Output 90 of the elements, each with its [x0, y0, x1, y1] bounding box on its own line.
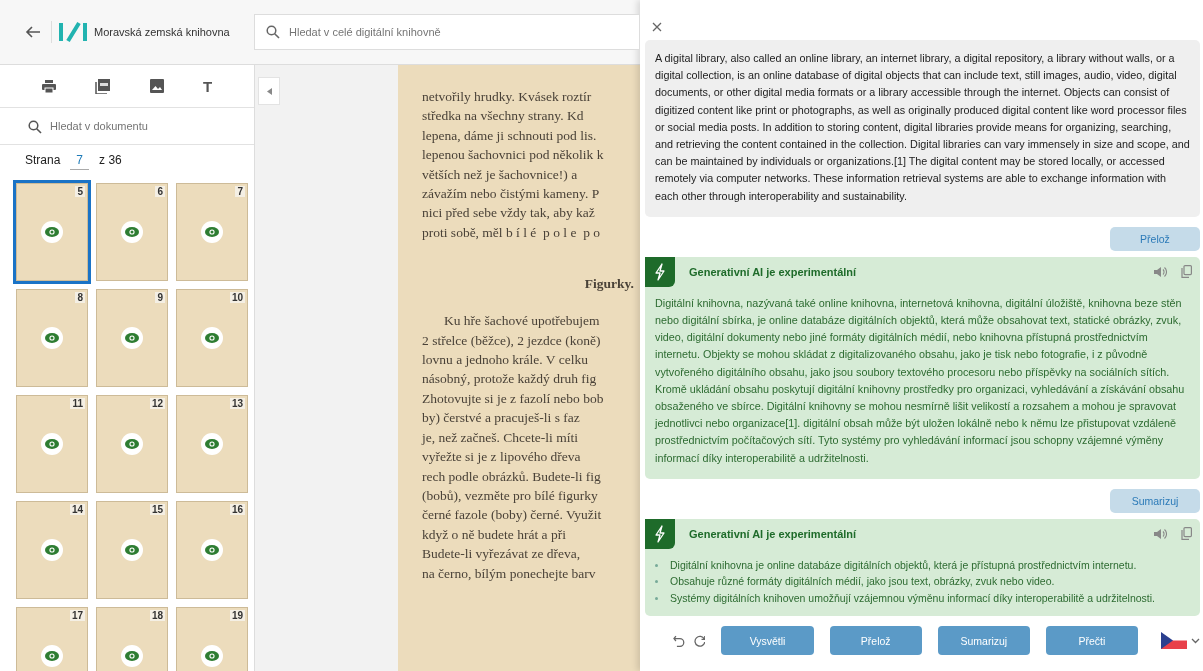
page-heading: Figurky. [583, 275, 635, 294]
bullet-icon [655, 563, 658, 567]
page-text-line: lepena, dáme ji schnouti pod lis. [422, 126, 598, 145]
eye-icon [121, 645, 143, 668]
page-text-line: vyřežte si je z lipového dřeva [422, 448, 582, 467]
eye-icon [121, 221, 143, 244]
page-text-line: by) čerstvé a pracuješ-li s faz [422, 409, 581, 428]
page-text-line: 2 střelce (běžce), 2 jezdce (koně) [422, 331, 602, 350]
page-text-line: násobný, protože každý druh fig [422, 370, 598, 389]
page-thumbnail[interactable]: 16 [176, 501, 248, 600]
document-search-field[interactable]: Hledat v dokumentu [0, 108, 254, 144]
page-thumbnail[interactable]: 6 [96, 183, 168, 282]
page-text-line: proti sobě, měl b í l é p o l e p o [422, 223, 602, 242]
page-thumbnail[interactable]: 17 [16, 607, 88, 671]
summary-point: Obsahuje různé formáty digitálních médií, jako jsou text, obrázky, zvuk nebo video. [670, 574, 1055, 590]
eye-icon [121, 327, 143, 350]
page-thumbnail[interactable]: 11 [16, 395, 88, 494]
page-text-line: rech podle obrázků. Budete-li fig [422, 467, 602, 486]
search-icon [266, 25, 280, 39]
text-tool[interactable]: T [203, 77, 213, 95]
page-thumbnail[interactable]: 8 [16, 289, 88, 388]
page-text-line: je, než začneš. Chcete-li míti [422, 428, 579, 447]
page-label: Strana [25, 153, 61, 168]
page-text-line: Zhotovujte si je z fazolí nebo bob [422, 389, 605, 408]
back-arrow-icon[interactable] [25, 24, 41, 40]
eye-icon [41, 433, 63, 456]
page-text-line: Ku hře šachové upotřebujem [443, 312, 601, 331]
speaker-icon[interactable] [1154, 265, 1167, 278]
response-title: Generativní AI je experimentální [689, 527, 858, 540]
close-icon[interactable] [652, 22, 662, 32]
summary-point: Systémy digitálních knihoven umožňují vzájemnou výměnu informací díky interoperabilitě a udržitelnosti. [670, 590, 1155, 606]
page-thumbnail[interactable]: 12 [96, 395, 168, 494]
page-thumbnail[interactable]: 18 [96, 607, 168, 671]
eye-icon [201, 645, 223, 668]
pdf-icon[interactable] [95, 78, 111, 94]
copy-icon[interactable] [1181, 265, 1192, 279]
flag-icon [1161, 632, 1188, 650]
response-text: Digitální knihovna, nazývaná také online knihovna, internetová knihovna, digitální úložiště, knihovna beze stěn nebo digitální sbírka, je online databáze digitálních objektů, která může obsahovat text, statické obrázky, zvuk, video, digitální dokumenty nebo jiné formáty digitálních médií, nebo knihovna přístupná prostřednictvím internetu. Objekty se mohou skládat z digitalizovaného obsahu, jako je tisk nebo fotografie, i z původně vytvořeného digitálního obsahu, jako jsou soubory textového procesoru nebo příspěvky na sociálních sítích. Kromě ukládání obsahu poskytují digitální knihovny prostředky pro organizaci, vyhledávání a získávání obsahu obsaženého ve sbírce. Digitální knihovny se mohou nesmírně lišit velikostí a rozsahem a mohou je spravovat jednotlivci nebo organizace[1]. digitální obsah může být uložen lokálně nebo k němu lze přistupovat vzdáleně prostřednictvím počítačových sítí. Tyto systémy pro vyhledávání informací jsou schopny vzájemné výměny informací díky interoperabilitě a udržitelnosti. [653, 295, 1186, 466]
caret-icon [266, 87, 272, 95]
page-text-line: když o ně budete hrát a při [422, 525, 567, 544]
eye-icon [41, 645, 63, 668]
eye-icon [201, 327, 223, 350]
undo-icon[interactable] [673, 634, 685, 647]
page-thumbnail[interactable]: 7 [176, 183, 248, 282]
lightning-icon [645, 256, 675, 287]
bullet-icon [655, 596, 658, 600]
page-thumbnail[interactable]: 15 [96, 501, 168, 600]
redo-icon[interactable] [693, 634, 706, 647]
eye-icon [121, 433, 143, 456]
eye-icon [41, 539, 63, 562]
eye-icon [201, 539, 223, 562]
summary-point: Digitální knihovna je online databáze digitálních objektů, která je přístupná prostřednictvím internetu. [670, 557, 1137, 573]
language-selector[interactable] [1161, 632, 1201, 650]
print-icon[interactable] [41, 79, 56, 93]
page-thumbnail[interactable]: 19 [176, 607, 248, 671]
page-thumbnail[interactable]: 13 [176, 395, 248, 494]
page-text-line: na černo, bílým ponechejte barv [422, 564, 597, 583]
search-icon [28, 120, 42, 135]
page-text-line: středka na všechny strany. Kd [422, 107, 585, 126]
page-text-line: větších než je šachovnice!) a [422, 165, 579, 184]
page-thumbnail[interactable]: 9 [96, 289, 168, 388]
bullet-icon [655, 580, 658, 584]
page-thumbnail[interactable]: 10 [176, 289, 248, 388]
chevron-down-icon [1191, 637, 1201, 644]
eye-icon [41, 221, 63, 244]
page-text-line: lepenou šachovnici pod několik k [422, 146, 605, 165]
lightning-icon [645, 518, 675, 549]
page-total: z 36 [99, 153, 122, 168]
eye-icon [201, 433, 223, 456]
copy-icon[interactable] [1181, 527, 1192, 541]
eye-icon [41, 327, 63, 350]
library-name[interactable]: Moravská zemská knihovna [94, 26, 230, 38]
page-thumbnail[interactable]: 5 [16, 183, 88, 282]
page-text-line: závažím nebo čistými kameny. P [422, 185, 601, 204]
page-number-field[interactable]: 7 [70, 150, 90, 170]
page-text-line: lovnu a jednoho krále. V celku [422, 351, 589, 370]
page-text-line: nici před sebe vždy tak, aby kaž [422, 204, 596, 223]
page-text-line: Budete-li vyřezávat ze dřeva, [422, 545, 582, 564]
source-text: A digital library, also called an online library, an internet library, a digital repository, a library without walls, or a digital collection, is an online database of digital objects that can include text, still images, audio, video, digital documents, or other digital media formats or a library accessible through the internet. Objects can consist of digitized content like print or photographs, as well as originally produced digital content like word processor files or social media posts. In addition to storing content, digital libraries provide means for organizing, searching, and retrieving the content contained in the collection. Digital libraries can vary immensely in size and scope, and can be maintained by individuals or organizations.[1] The digital content may be stored locally, or accessed remotely via computer networks. These information retrieval systems are able to exchange information with each other through interoperability and sustainability. [645, 40, 1200, 217]
page-text-line: netvořily hrudky. Kvásek roztír [422, 88, 593, 106]
search-field[interactable]: Hledat v celé digitální knihovně [254, 14, 640, 50]
page-text-line: (bobů), vezměte pro bílé figurky [422, 486, 599, 505]
eye-icon [201, 221, 223, 244]
response-title: Generativní AI je experimentální [689, 265, 858, 278]
collapse-sidebar-button[interactable] [258, 77, 280, 105]
page-thumbnail[interactable]: 14 [16, 501, 88, 600]
eye-icon [121, 539, 143, 562]
image-icon[interactable] [149, 79, 164, 93]
page-text-line: černé fazole (boby) černé. Využit [422, 506, 603, 525]
speaker-icon[interactable] [1154, 527, 1167, 540]
